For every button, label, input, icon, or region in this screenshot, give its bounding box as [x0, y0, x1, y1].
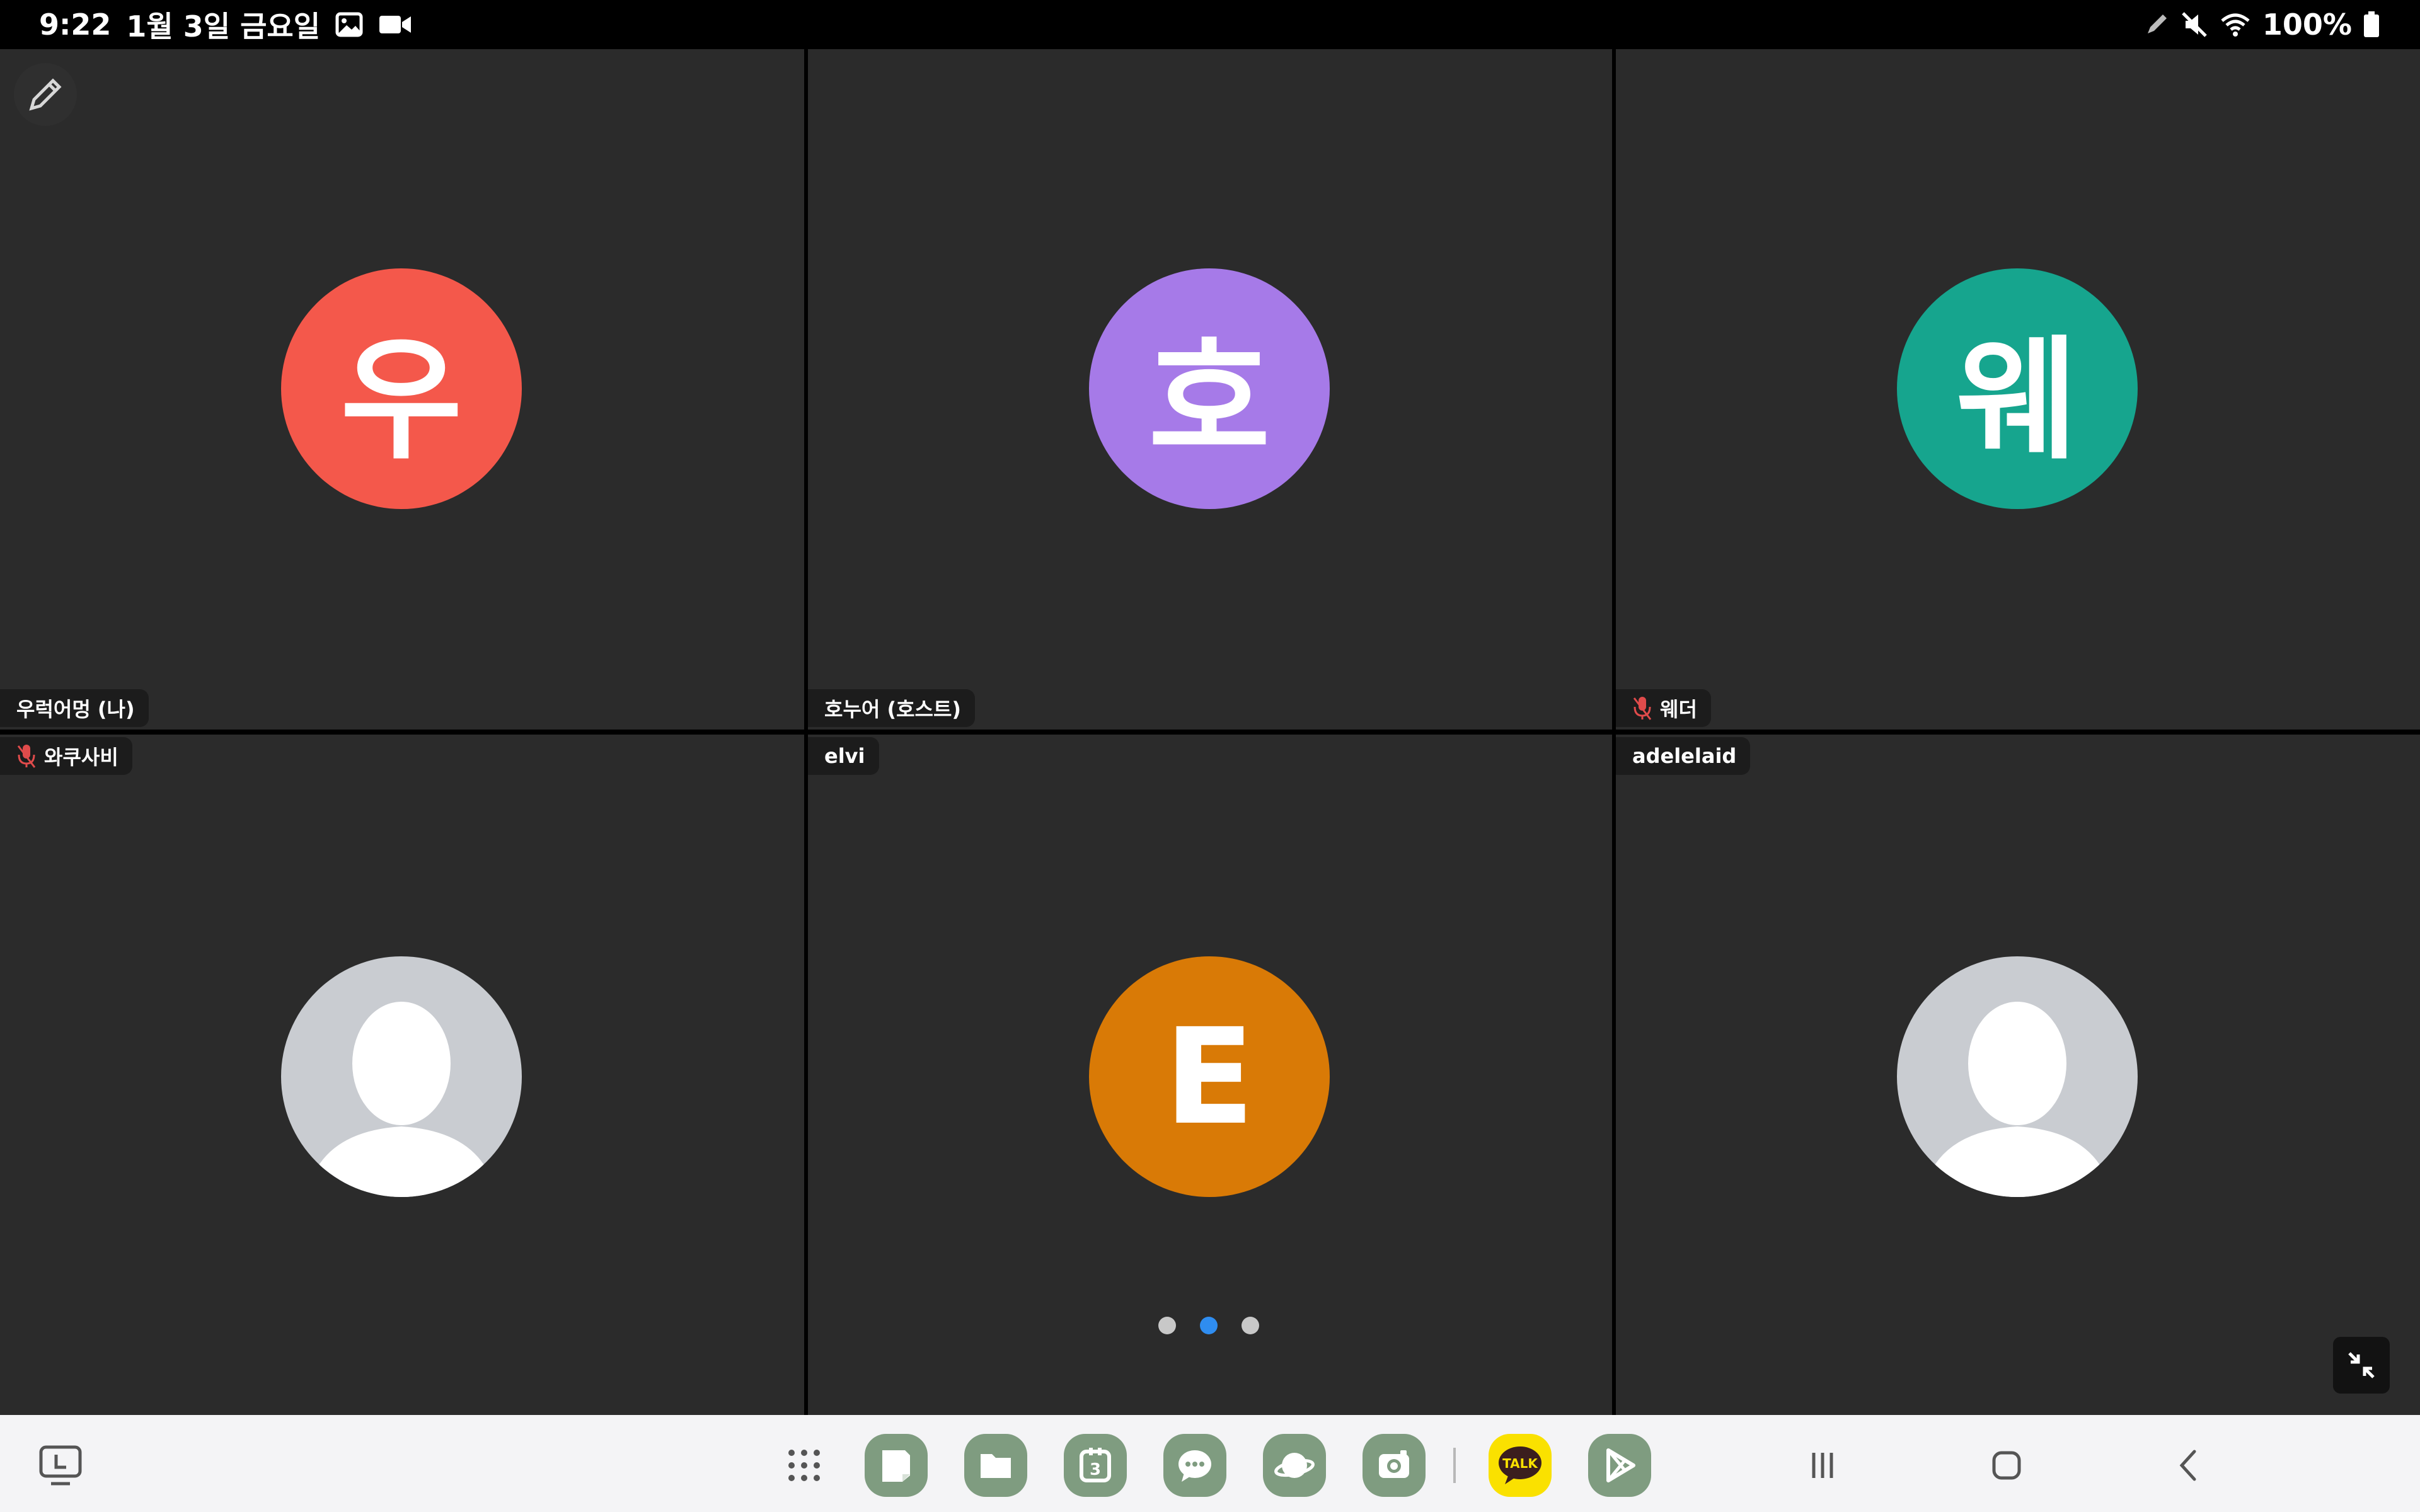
participant-tile[interactable] [1616, 735, 2420, 1415]
page-dot[interactable] [1242, 1317, 1259, 1334]
calendar-icon: 3 [1080, 1448, 1111, 1482]
video-grid: 우 호 웨 E [0, 49, 2420, 1415]
pen-icon [2144, 12, 2169, 37]
notes-icon [882, 1450, 910, 1482]
participant-name-tag: elvi [808, 737, 879, 775]
default-avatar [1897, 956, 2138, 1197]
page-dot[interactable] [1158, 1317, 1176, 1334]
mute-icon [2181, 11, 2208, 38]
participant-name-tag: adelelaid [1616, 737, 1751, 775]
participant-tile[interactable]: 웨 [1616, 49, 2420, 730]
participant-tile[interactable]: E [808, 735, 1612, 1415]
kakaotalk-label: TALK [1502, 1456, 1538, 1471]
battery-level: 100% [2262, 8, 2352, 42]
notes-app[interactable] [865, 1434, 928, 1497]
avatar-initial: 웨 [1956, 323, 2078, 478]
participant-avatar: 우 [281, 268, 522, 509]
camera-icon [1379, 1450, 1409, 1478]
page-indicator [1158, 1317, 1259, 1334]
minimize-window-button[interactable] [2333, 1337, 2390, 1394]
browser-icon [1274, 1453, 1315, 1478]
participant-name: adelelaid [1632, 744, 1737, 768]
kakaotalk-app[interactable]: TALK [1489, 1434, 1552, 1497]
play-store-app[interactable] [1588, 1434, 1651, 1497]
home-button[interactable] [1975, 1434, 2038, 1497]
pencil-icon [29, 78, 62, 111]
kakaotalk-icon: TALK [1499, 1446, 1541, 1484]
screen-share-icon [39, 1445, 82, 1486]
recent-apps-icon [1812, 1453, 1833, 1478]
messages-icon [1178, 1450, 1211, 1482]
participant-avatar: E [1089, 956, 1330, 1197]
collapse-arrows-icon [2348, 1352, 2375, 1378]
video-camera-icon [378, 13, 412, 36]
mic-muted-icon [1632, 696, 1652, 721]
svg-text:3: 3 [1090, 1460, 1101, 1479]
participant-name-tag: 우럭어멍 (나) [0, 689, 149, 727]
apps-grid-icon [788, 1450, 820, 1481]
participant-name: 웨더 [1660, 697, 1697, 721]
avatar-initial: 호 [1148, 323, 1270, 478]
participant-name: elvi [824, 744, 865, 768]
battery-icon [2363, 11, 2380, 38]
participant-tile[interactable] [0, 735, 804, 1415]
status-bar: 9:22 1월 3일 금요일 100% [0, 0, 2420, 49]
participant-name-tag: 웨더 [1616, 689, 1711, 727]
page-dot-active[interactable] [1200, 1317, 1218, 1334]
files-app[interactable] [964, 1434, 1027, 1497]
back-button[interactable] [2158, 1434, 2221, 1497]
browser-app[interactable] [1263, 1434, 1326, 1497]
participant-avatar: 웨 [1897, 268, 2138, 509]
participant-name-tag: 와쿠사비 [0, 737, 132, 775]
play-store-icon [1606, 1448, 1635, 1482]
participant-name: 와쿠사비 [44, 745, 118, 769]
date: 1월 3일 금요일 [126, 9, 321, 43]
calendar-app[interactable]: 3 [1064, 1434, 1127, 1497]
files-icon [981, 1454, 1011, 1478]
participant-name: 우럭어멍 (나) [16, 697, 135, 721]
wifi-icon [2220, 12, 2251, 37]
recent-apps-button[interactable] [1791, 1434, 1854, 1497]
participant-avatar: 호 [1089, 268, 1330, 509]
person-silhouette-icon [1922, 1002, 2112, 1197]
annotate-pencil-button[interactable] [14, 63, 77, 126]
gallery-icon [335, 12, 363, 37]
participant-name: 호누어 (호스트) [824, 697, 962, 721]
avatar-initial: E [1164, 999, 1255, 1154]
camera-app[interactable] [1363, 1434, 1426, 1497]
participant-tile[interactable]: 우 [0, 49, 804, 730]
participant-name-tag: 호누어 (호스트) [808, 689, 976, 727]
taskbar-divider [1453, 1448, 1456, 1483]
clock: 9:22 [39, 8, 112, 42]
participant-tile[interactable]: 호 [808, 49, 1612, 730]
home-icon [1992, 1451, 2021, 1480]
default-avatar [281, 956, 522, 1197]
messages-app[interactable] [1163, 1434, 1226, 1497]
taskbar: 3 TALK [0, 1415, 2420, 1512]
avatar-initial: 우 [340, 323, 463, 478]
screen-share-button[interactable] [29, 1434, 92, 1497]
person-silhouette-icon [306, 1002, 497, 1197]
back-icon [2179, 1450, 2196, 1481]
apps-grid-button[interactable] [773, 1434, 836, 1497]
mic-muted-icon [16, 743, 37, 769]
